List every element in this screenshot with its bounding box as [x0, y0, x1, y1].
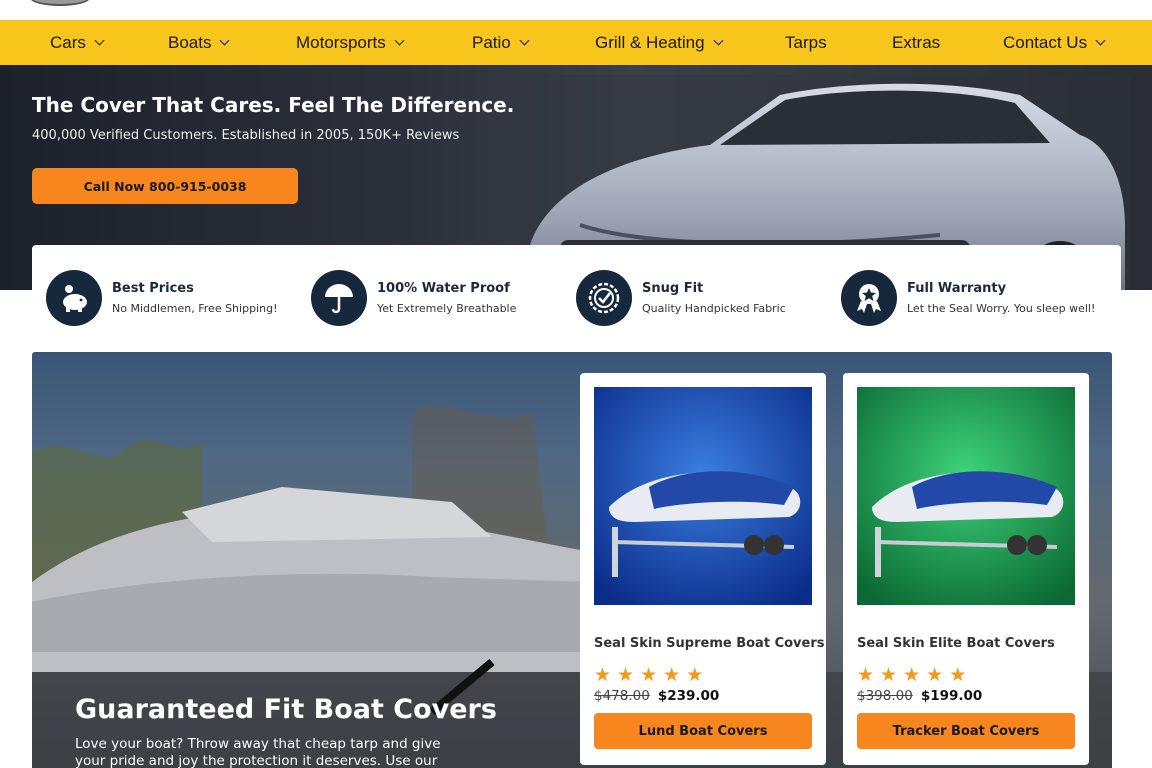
star-icon: ★ [640, 664, 658, 686]
hero-subtitle: 400,000 Verified Customers. Established … [32, 128, 460, 143]
rating-stars: ★ ★ ★ ★ ★ [857, 665, 966, 685]
feature-title: Full Warranty [907, 281, 1007, 296]
header-logo-strip [0, 0, 1152, 20]
site-logo[interactable] [30, 0, 90, 6]
product-image[interactable] [857, 387, 1075, 605]
original-price: $478.00 [594, 688, 650, 704]
star-icon: ★ [594, 664, 612, 686]
star-icon: ★ [617, 664, 635, 686]
nav-item-patio[interactable]: Patio [472, 20, 530, 65]
feature-subtitle: Let the Seal Worry. You sleep well! [907, 302, 1096, 315]
star-icon: ★ [949, 664, 967, 686]
feature-title: Snug Fit [642, 281, 704, 296]
nav-item-label: Patio [472, 32, 511, 52]
nav-item-label: Cars [50, 32, 86, 52]
feature-title: 100% Water Proof [377, 281, 510, 296]
piggy-bank-icon [46, 270, 102, 326]
price-block: $478.00 $239.00 [594, 688, 719, 704]
badge-check-icon [576, 270, 632, 326]
rating-stars: ★ ★ ★ ★ ★ [594, 665, 703, 685]
award-ribbon-icon [841, 270, 897, 326]
feature-snug-fit: Snug Fit Quality Handpicked Fabric [576, 270, 786, 326]
star-icon: ★ [663, 664, 681, 686]
product-card[interactable]: Seal Skin Elite Boat Covers ★ ★ ★ ★ ★ $3… [843, 373, 1089, 765]
boat-section-title: Guaranteed Fit Boat Covers [75, 694, 497, 725]
boat-section-text: Love your boat? Throw away that cheap ta… [75, 736, 441, 768]
nav-item-tarps[interactable]: Tarps [785, 20, 827, 65]
nav-item-label: Boats [168, 32, 212, 52]
tracker-boat-covers-button[interactable]: Tracker Boat Covers [857, 713, 1075, 749]
nav-item-grill-heating[interactable]: Grill & Heating [595, 20, 724, 65]
product-card[interactable]: Seal Skin Supreme Boat Covers ★ ★ ★ ★ ★ … [580, 373, 826, 765]
nav-item-label: Extras [892, 32, 941, 52]
nav-item-motorsports[interactable]: Motorsports [296, 20, 405, 65]
sale-price: $199.00 [920, 688, 983, 704]
star-icon: ★ [903, 664, 921, 686]
nav-item-label: Tarps [785, 32, 827, 52]
nav-item-extras[interactable]: Extras [892, 20, 940, 65]
chevron-down-icon [94, 35, 105, 46]
star-icon: ★ [880, 664, 898, 686]
nav-item-contact-us[interactable]: Contact Us [1003, 20, 1106, 65]
nav-item-label: Grill & Heating [595, 32, 705, 52]
chevron-down-icon [220, 35, 230, 46]
product-name[interactable]: Seal Skin Elite Boat Covers [857, 636, 1055, 651]
feature-subtitle: No Middlemen, Free Shipping! [112, 302, 278, 315]
feature-title: Best Prices [112, 281, 194, 296]
feature-subtitle: Quality Handpicked Fabric [642, 302, 786, 315]
features-bar: Best Prices No Middlemen, Free Shipping!… [32, 245, 1121, 340]
main-nav: Cars Boats Motorsports Patio Grill & Hea… [0, 20, 1152, 65]
product-image[interactable] [594, 387, 812, 605]
call-now-button[interactable]: Call Now 800-915-0038 [32, 168, 298, 204]
star-icon: ★ [857, 664, 875, 686]
nav-item-label: Contact Us [1003, 32, 1088, 52]
chevron-down-icon [519, 35, 530, 46]
nav-item-cars[interactable]: Cars [50, 20, 105, 65]
price-block: $398.00 $199.00 [857, 688, 982, 704]
feature-best-prices: Best Prices No Middlemen, Free Shipping! [46, 270, 277, 326]
original-price: $398.00 [857, 688, 913, 704]
product-name[interactable]: Seal Skin Supreme Boat Covers [594, 636, 824, 651]
chevron-down-icon [1095, 35, 1106, 46]
sale-price: $239.00 [657, 688, 720, 704]
chevron-down-icon [713, 35, 724, 46]
chevron-down-icon [394, 35, 405, 46]
star-icon: ★ [686, 664, 704, 686]
umbrella-icon [311, 270, 367, 326]
feature-full-warranty: Full Warranty Let the Seal Worry. You sl… [841, 270, 1095, 326]
feature-subtitle: Yet Extremely Breathable [377, 302, 517, 315]
nav-item-boats[interactable]: Boats [168, 20, 230, 65]
star-icon: ★ [926, 664, 944, 686]
hero-title: The Cover That Cares. Feel The Differenc… [32, 93, 515, 117]
lund-boat-covers-button[interactable]: Lund Boat Covers [594, 713, 812, 749]
feature-water-proof: 100% Water Proof Yet Extremely Breathabl… [311, 270, 516, 326]
nav-item-label: Motorsports [296, 32, 386, 52]
